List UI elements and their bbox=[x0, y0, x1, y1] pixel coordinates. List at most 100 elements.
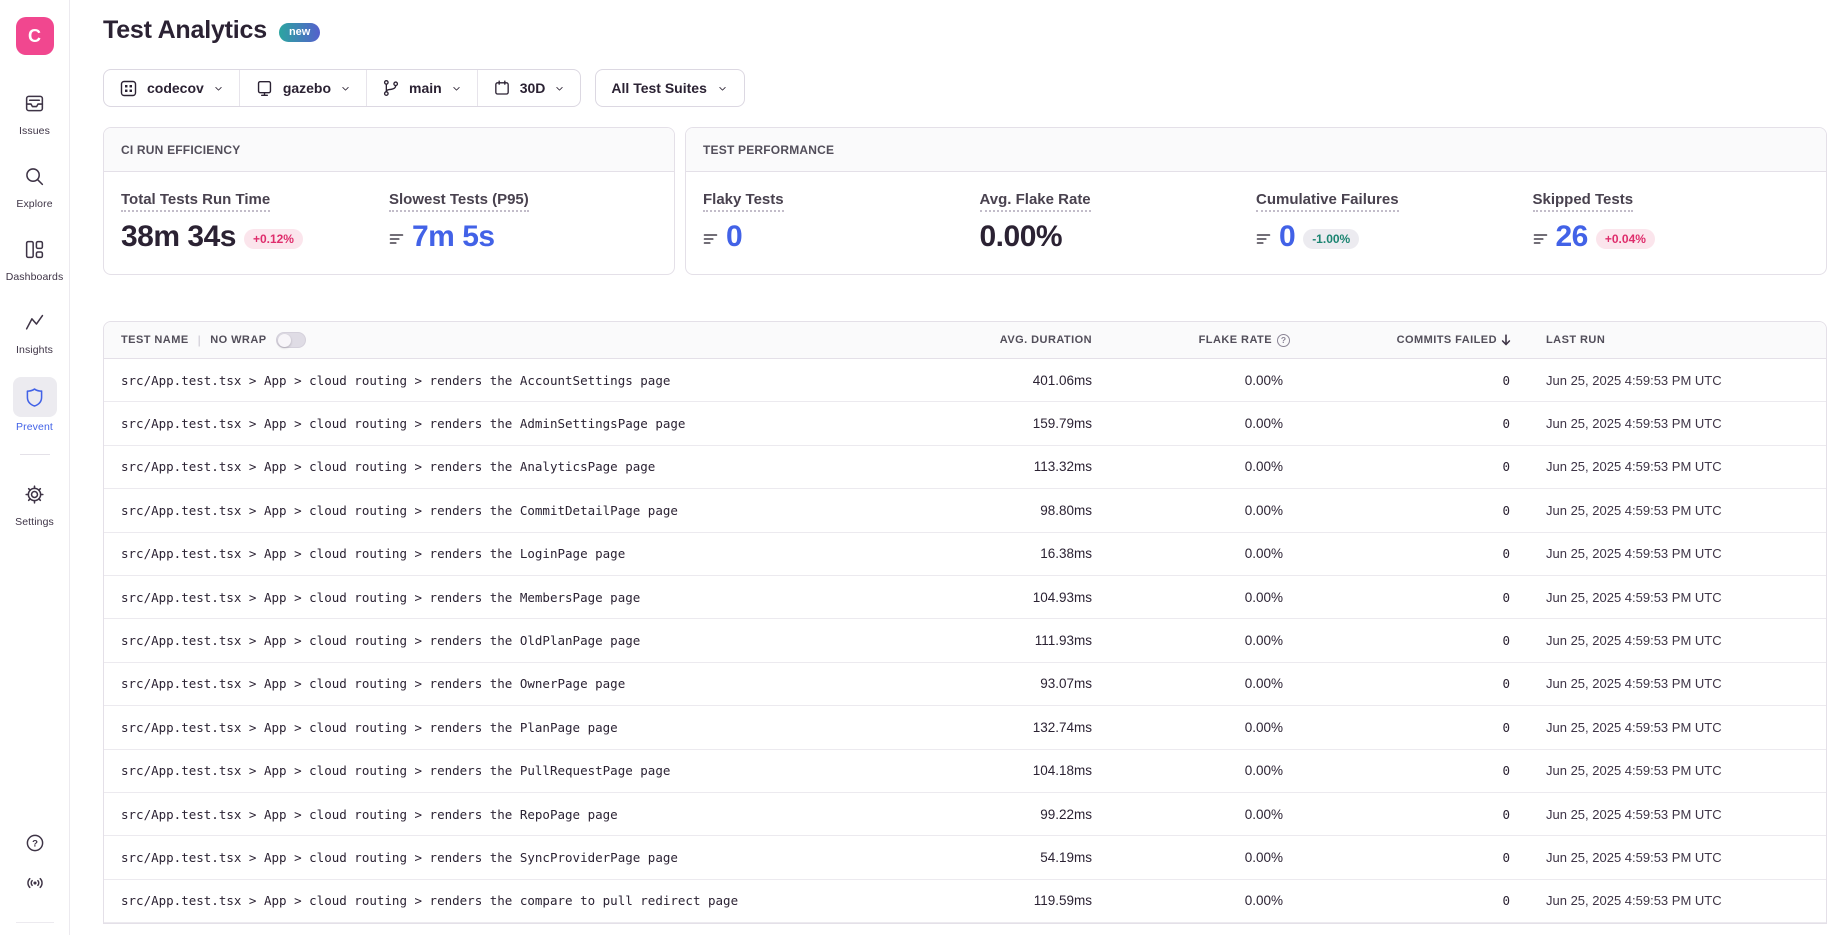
last-run-cell: Jun 25, 2025 4:59:53 PM UTC bbox=[1543, 503, 1826, 518]
avg-duration-cell: 98.80ms bbox=[963, 503, 1123, 518]
avg-duration-cell: 99.22ms bbox=[963, 807, 1123, 822]
sidebar-item-explore[interactable]: Explore bbox=[13, 158, 57, 210]
sort-lines-icon bbox=[1533, 231, 1549, 246]
flake-rate-cell: 0.00% bbox=[1123, 763, 1313, 778]
flake-rate-cell: 0.00% bbox=[1123, 850, 1313, 865]
table-header-flake-rate[interactable]: FLAKE RATE ? bbox=[1123, 334, 1313, 347]
broadcast-icon[interactable] bbox=[24, 872, 46, 894]
test-name-cell: src/App.test.tsx > App > cloud routing >… bbox=[104, 633, 963, 648]
no-wrap-toggle[interactable] bbox=[276, 332, 306, 348]
new-badge: new bbox=[279, 23, 320, 42]
table-row[interactable]: src/App.test.tsx > App > cloud routing >… bbox=[104, 706, 1826, 749]
commits-failed-cell: 0 bbox=[1313, 633, 1543, 648]
metric-label[interactable]: Avg. Flake Rate bbox=[980, 191, 1091, 212]
test-name-cell: src/App.test.tsx > App > cloud routing >… bbox=[104, 546, 963, 561]
commits-failed-cell: 0 bbox=[1313, 459, 1543, 474]
metric-value[interactable]: 7m 5s bbox=[412, 220, 495, 254]
flake-rate-header-label: FLAKE RATE bbox=[1199, 334, 1272, 346]
sidebar-item-label: Prevent bbox=[16, 421, 53, 433]
test-performance-card: TEST PERFORMANCE Flaky Tests 0 Avg. Flak… bbox=[685, 127, 1827, 275]
table-body: src/App.test.tsx > App > cloud routing >… bbox=[104, 359, 1826, 923]
last-run-cell: Jun 25, 2025 4:59:53 PM UTC bbox=[1543, 546, 1826, 561]
test-name-cell: src/App.test.tsx > App > cloud routing >… bbox=[104, 503, 963, 518]
test-name-cell: src/App.test.tsx > App > cloud routing >… bbox=[104, 416, 963, 431]
branch-icon bbox=[381, 78, 401, 98]
sidebar-item-issues[interactable]: Issues bbox=[13, 85, 57, 137]
org-avatar[interactable]: C bbox=[16, 17, 54, 55]
issues-icon bbox=[13, 85, 57, 121]
metric-label[interactable]: Slowest Tests (P95) bbox=[389, 191, 529, 212]
sidebar-item-insights[interactable]: Insights bbox=[13, 304, 57, 356]
last-run-cell: Jun 25, 2025 4:59:53 PM UTC bbox=[1543, 676, 1826, 691]
table-header-commits-failed[interactable]: COMMITS FAILED bbox=[1313, 333, 1543, 347]
table-row[interactable]: src/App.test.tsx > App > cloud routing >… bbox=[104, 489, 1826, 532]
filter-group: codecov gazebo bbox=[103, 69, 581, 107]
metric-value[interactable]: 0 bbox=[1279, 220, 1295, 254]
table-row[interactable]: src/App.test.tsx > App > cloud routing >… bbox=[104, 793, 1826, 836]
table-row[interactable]: src/App.test.tsx > App > cloud routing >… bbox=[104, 880, 1826, 923]
help-icon[interactable]: ? bbox=[24, 832, 46, 854]
test-suites-dropdown[interactable]: All Test Suites bbox=[595, 69, 744, 107]
filter-date-label: 30D bbox=[520, 80, 546, 96]
filter-repo[interactable]: gazebo bbox=[240, 70, 367, 106]
table-row[interactable]: src/App.test.tsx > App > cloud routing >… bbox=[104, 663, 1826, 706]
sidebar-nav: Issues Explore Dashboards bbox=[0, 85, 69, 528]
metric-label[interactable]: Skipped Tests bbox=[1533, 191, 1634, 212]
help-circle-icon[interactable]: ? bbox=[1277, 334, 1290, 347]
commits-failed-cell: 0 bbox=[1313, 763, 1543, 778]
sidebar: C Issues Explore bbox=[0, 0, 70, 935]
test-suites-label: All Test Suites bbox=[611, 80, 706, 96]
avg-duration-header-label: AVG. DURATION bbox=[1000, 334, 1092, 346]
avg-duration-cell: 119.59ms bbox=[963, 893, 1123, 908]
table-row[interactable]: src/App.test.tsx > App > cloud routing >… bbox=[104, 576, 1826, 619]
filter-bar: codecov gazebo bbox=[103, 69, 1827, 107]
table-row[interactable]: src/App.test.tsx > App > cloud routing >… bbox=[104, 359, 1826, 402]
card-body: Flaky Tests 0 Avg. Flake Rate 0.00% bbox=[686, 172, 1826, 274]
test-name-header-label[interactable]: TEST NAME bbox=[121, 334, 189, 346]
flake-rate-cell: 0.00% bbox=[1123, 416, 1313, 431]
metric-value[interactable]: 26 bbox=[1556, 220, 1588, 254]
org-icon bbox=[118, 78, 139, 99]
metric-total-tests-run-time: Total Tests Run Time 38m 34s +0.12% bbox=[121, 191, 389, 254]
flake-rate-cell: 0.00% bbox=[1123, 503, 1313, 518]
insights-icon bbox=[13, 304, 57, 340]
table-row[interactable]: src/App.test.tsx > App > cloud routing >… bbox=[104, 619, 1826, 662]
table-row[interactable]: src/App.test.tsx > App > cloud routing >… bbox=[104, 533, 1826, 576]
commits-failed-header-label: COMMITS FAILED bbox=[1397, 334, 1497, 346]
metric-label[interactable]: Cumulative Failures bbox=[1256, 191, 1399, 212]
metric-value[interactable]: 0 bbox=[726, 220, 742, 254]
table-header-avg-duration[interactable]: AVG. DURATION bbox=[963, 334, 1123, 346]
sidebar-item-label: Insights bbox=[16, 344, 53, 356]
table-row[interactable]: src/App.test.tsx > App > cloud routing >… bbox=[104, 446, 1826, 489]
filter-org[interactable]: codecov bbox=[104, 70, 240, 106]
metric-flaky-tests: Flaky Tests 0 bbox=[703, 191, 980, 254]
chevron-down-icon bbox=[339, 82, 352, 95]
page-title: Test Analytics bbox=[103, 16, 267, 45]
table-header-last-run: LAST RUN bbox=[1543, 334, 1826, 346]
avg-duration-cell: 111.93ms bbox=[963, 633, 1123, 648]
sidebar-item-label: Issues bbox=[19, 125, 50, 137]
avg-duration-cell: 401.06ms bbox=[963, 373, 1123, 388]
no-wrap-label: NO WRAP bbox=[210, 334, 266, 346]
sidebar-item-prevent[interactable]: Prevent bbox=[13, 377, 57, 433]
sidebar-item-settings[interactable]: Settings bbox=[13, 476, 57, 528]
sidebar-item-dashboards[interactable]: Dashboards bbox=[6, 231, 64, 283]
metric-label[interactable]: Total Tests Run Time bbox=[121, 191, 270, 212]
table-row[interactable]: src/App.test.tsx > App > cloud routing >… bbox=[104, 750, 1826, 793]
last-run-cell: Jun 25, 2025 4:59:53 PM UTC bbox=[1543, 893, 1826, 908]
last-run-cell: Jun 25, 2025 4:59:53 PM UTC bbox=[1543, 850, 1826, 865]
test-name-cell: src/App.test.tsx > App > cloud routing >… bbox=[104, 720, 963, 735]
last-run-cell: Jun 25, 2025 4:59:53 PM UTC bbox=[1543, 633, 1826, 648]
filter-date-range[interactable]: 30D bbox=[478, 70, 581, 106]
table-row[interactable]: src/App.test.tsx > App > cloud routing >… bbox=[104, 836, 1826, 879]
metric-label[interactable]: Flaky Tests bbox=[703, 191, 784, 212]
main-content: Test Analytics new codecov bbox=[70, 0, 1845, 924]
commits-failed-cell: 0 bbox=[1313, 503, 1543, 518]
sidebar-divider bbox=[20, 454, 50, 455]
last-run-cell: Jun 25, 2025 4:59:53 PM UTC bbox=[1543, 373, 1826, 388]
commits-failed-cell: 0 bbox=[1313, 720, 1543, 735]
table-row[interactable]: src/App.test.tsx > App > cloud routing >… bbox=[104, 402, 1826, 445]
commits-failed-cell: 0 bbox=[1313, 676, 1543, 691]
commits-failed-cell: 0 bbox=[1313, 590, 1543, 605]
filter-branch[interactable]: main bbox=[367, 70, 478, 106]
